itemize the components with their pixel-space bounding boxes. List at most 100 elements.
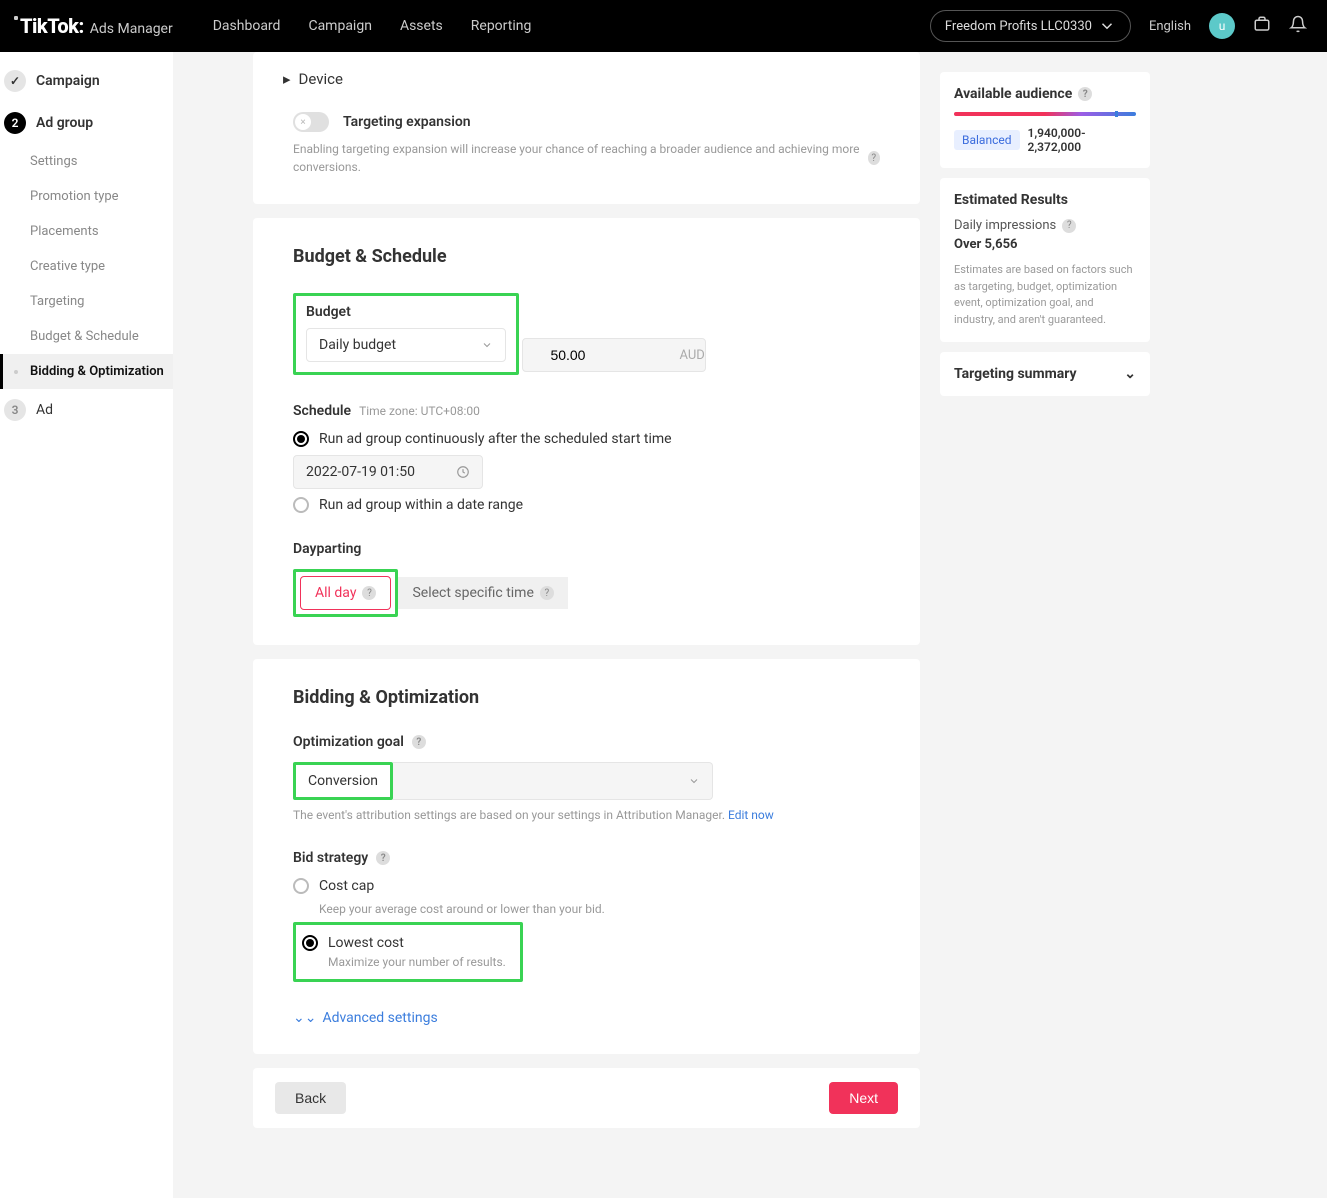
chevron-down-icon	[481, 339, 493, 351]
caret-right-icon: ▸	[283, 70, 291, 88]
dayparting-all-day[interactable]: All day ?	[300, 576, 391, 610]
nav-assets[interactable]: Assets	[400, 18, 443, 34]
help-icon[interactable]: ?	[1062, 219, 1076, 233]
targeting-expansion-title: Targeting expansion	[343, 114, 471, 130]
schedule-range-radio[interactable]: Run ad group within a date range	[293, 497, 880, 513]
radio-icon	[293, 431, 309, 447]
help-icon[interactable]: ?	[1078, 87, 1092, 101]
budget-schedule-heading: Budget & Schedule	[293, 246, 880, 267]
balanced-chip: Balanced	[954, 130, 1020, 150]
step-adgroup[interactable]: 2 Ad group	[0, 102, 173, 144]
step-label: Campaign	[36, 73, 100, 89]
help-icon[interactable]: ?	[376, 851, 390, 865]
sidebar: ✓ Campaign 2 Ad group Settings Promotion…	[0, 52, 173, 1198]
avatar[interactable]: u	[1209, 13, 1235, 39]
help-icon[interactable]: ?	[362, 586, 376, 600]
step-label: Ad	[36, 402, 53, 418]
audience-gauge	[954, 112, 1136, 116]
bidding-heading: Bidding & Optimization	[293, 687, 880, 708]
edit-now-link[interactable]: Edit now	[728, 808, 774, 822]
sidebar-item-bidding-optimization[interactable]: Bidding & Optimization	[0, 354, 173, 389]
top-nav: TikTok: Ads Manager Dashboard Campaign A…	[0, 0, 1327, 52]
currency-label: AUD	[665, 348, 718, 363]
budget-amount-input[interactable]	[535, 347, 585, 363]
nav-campaign[interactable]: Campaign	[308, 18, 371, 34]
available-audience-card: Available audience ? Balanced 1,940,000-…	[940, 72, 1150, 168]
dayparting-highlight: All day ?	[293, 569, 398, 617]
chevron-down-icon	[1098, 17, 1116, 35]
lowest-cost-highlight: Lowest cost Maximize your number of resu…	[293, 922, 523, 982]
nav-reporting[interactable]: Reporting	[471, 18, 532, 34]
schedule-label: Schedule	[293, 403, 351, 419]
budget-schedule-card: Budget & Schedule Budget Daily budget AU…	[253, 218, 920, 645]
dayparting-label: Dayparting	[293, 541, 361, 557]
start-datetime-input[interactable]: 2022-07-19 01:50	[293, 455, 483, 489]
account-name: Freedom Profits LLC0330	[945, 19, 1092, 34]
schedule-continuous-radio[interactable]: Run ad group continuously after the sche…	[293, 431, 880, 447]
double-chevron-down-icon: ⌄⌄	[293, 1010, 316, 1026]
sidebar-item-budget-schedule[interactable]: Budget & Schedule	[0, 319, 173, 354]
briefcase-icon[interactable]	[1253, 15, 1271, 37]
budget-type-select[interactable]: Daily budget	[306, 328, 506, 362]
budget-label: Budget	[306, 304, 351, 320]
budget-highlight: Budget Daily budget	[293, 293, 519, 375]
cost-cap-desc: Keep your average cost around or lower t…	[319, 902, 880, 916]
logo-sub: Ads Manager	[90, 21, 173, 37]
opt-goal-value: Conversion	[296, 765, 390, 797]
account-switcher[interactable]: Freedom Profits LLC0330	[930, 10, 1131, 42]
logo: TikTok: Ads Manager	[20, 14, 173, 38]
lowest-cost-label: Lowest cost	[328, 935, 404, 951]
help-icon[interactable]: ?	[540, 586, 554, 600]
radio-icon	[293, 878, 309, 894]
sidebar-item-creative-type[interactable]: Creative type	[0, 249, 173, 284]
step-number: 2	[4, 112, 26, 134]
back-button[interactable]: Back	[275, 1082, 346, 1114]
advanced-settings-link[interactable]: ⌄⌄ Advanced settings	[293, 1010, 880, 1026]
budget-type-value: Daily budget	[319, 337, 396, 353]
step-label: Ad group	[36, 115, 93, 131]
step-ad[interactable]: 3 Ad	[0, 389, 173, 431]
footer-card: Back Next	[253, 1068, 920, 1128]
bid-cost-cap-radio[interactable]: Cost cap	[293, 878, 880, 894]
bid-strategy-label: Bid strategy	[293, 850, 368, 866]
start-datetime-value: 2022-07-19 01:50	[306, 464, 415, 480]
nav-dashboard[interactable]: Dashboard	[213, 18, 281, 34]
targeting-summary-card[interactable]: Targeting summary ⌄	[940, 352, 1150, 396]
language-selector[interactable]: English	[1149, 19, 1191, 34]
targeting-expansion-toggle[interactable]: ×	[293, 112, 329, 132]
sidebar-item-promotion-type[interactable]: Promotion type	[0, 179, 173, 214]
device-label: Device	[299, 70, 343, 88]
logo-main: TikTok:	[20, 14, 84, 38]
radio-icon	[293, 497, 309, 513]
schedule-continuous-label: Run ad group continuously after the sche…	[319, 431, 672, 447]
nav-links: Dashboard Campaign Assets Reporting	[213, 18, 532, 34]
targeting-summary-label: Targeting summary	[954, 366, 1077, 382]
estimate-note: Estimates are based on factors such as t…	[954, 262, 1136, 328]
sidebar-item-targeting[interactable]: Targeting	[0, 284, 173, 319]
estimated-results-title: Estimated Results	[954, 192, 1068, 208]
targeting-expansion-desc: Enabling targeting expansion will increa…	[293, 140, 862, 176]
targeting-card: ▸ Device × Targeting expansion Enabling …	[253, 52, 920, 204]
dayparting-all-label: All day	[315, 585, 356, 601]
step-campaign[interactable]: ✓ Campaign	[0, 60, 173, 102]
sidebar-item-placements[interactable]: Placements	[0, 214, 173, 249]
bidding-card: Bidding & Optimization Optimization goal…	[253, 659, 920, 1054]
help-icon[interactable]: ?	[868, 151, 880, 165]
opt-goal-highlight: Conversion	[293, 762, 393, 800]
step-number: 3	[4, 399, 26, 421]
lowest-cost-desc: Maximize your number of results.	[328, 955, 506, 969]
opt-goal-select[interactable]	[393, 762, 713, 800]
device-collapse[interactable]: ▸ Device	[283, 70, 880, 88]
available-audience-title: Available audience	[954, 86, 1072, 102]
help-icon[interactable]: ?	[412, 735, 426, 749]
next-button[interactable]: Next	[829, 1082, 898, 1114]
clock-icon	[456, 465, 470, 479]
dayparting-specific[interactable]: Select specific time ?	[398, 577, 567, 609]
bell-icon[interactable]	[1289, 15, 1307, 37]
bid-lowest-cost-radio[interactable]: Lowest cost	[302, 935, 506, 951]
right-column: Available audience ? Balanced 1,940,000-…	[940, 52, 1150, 1158]
daily-impressions-value: Over 5,656	[954, 237, 1136, 252]
chevron-down-icon	[688, 775, 700, 787]
sidebar-item-settings[interactable]: Settings	[0, 144, 173, 179]
radio-icon	[302, 935, 318, 951]
